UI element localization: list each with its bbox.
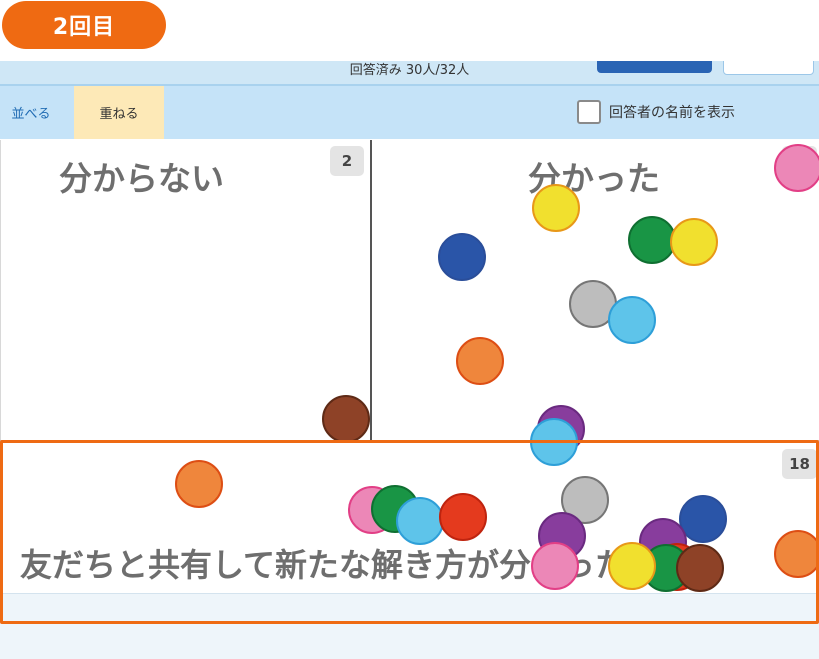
round-label: 2回目	[2, 1, 166, 49]
answer-disc-brown[interactable]	[322, 395, 370, 443]
tab-arrange[interactable]: 並べる	[0, 86, 62, 139]
answer-disc-orange[interactable]	[456, 337, 504, 385]
answer-disc-pink[interactable]	[774, 144, 819, 192]
answer-disc-brown[interactable]	[676, 544, 724, 592]
answer-disc-orange[interactable]	[774, 530, 819, 578]
header-primary-button[interactable]	[597, 61, 712, 73]
answer-disc-blue[interactable]	[438, 233, 486, 281]
answer-disc-orange[interactable]	[175, 460, 223, 508]
zone-footer-strip	[0, 593, 819, 659]
show-names-checkbox[interactable]	[577, 100, 601, 124]
show-names-toggle[interactable]: 回答者の名前を表示	[577, 98, 735, 126]
answer-disc-red[interactable]	[439, 493, 487, 541]
answer-disc-lightblue[interactable]	[608, 296, 656, 344]
answer-disc-pink[interactable]	[531, 542, 579, 590]
answer-disc-yellow[interactable]	[608, 542, 656, 590]
count-badge: 18	[782, 449, 817, 479]
status-bar: 回答済み 30人/32人	[0, 61, 819, 86]
answer-disc-yellow[interactable]	[670, 218, 718, 266]
tab-overlap[interactable]: 重ねる	[74, 86, 164, 139]
answer-disc-green[interactable]	[628, 216, 676, 264]
view-toolbar: 並べる 重ねる 回答者の名前を表示	[0, 86, 819, 139]
answer-disc-lightblue[interactable]	[396, 497, 444, 545]
count-badge: 2	[330, 146, 364, 176]
answer-disc-lightblue[interactable]	[530, 418, 578, 466]
zone-dont-understand[interactable]: 分からない 2	[0, 140, 372, 440]
answer-disc-yellow[interactable]	[532, 184, 580, 232]
show-names-label: 回答者の名前を表示	[609, 105, 735, 121]
answer-board: 分からない 2 分かった 10 友だちと共有して新たな解き方が分かった 18	[0, 140, 819, 659]
header-secondary-button[interactable]	[723, 61, 814, 75]
zone-title: 分からない	[59, 159, 224, 198]
answer-board-app: 回答済み 30人/32人 並べる 重ねる 回答者の名前を表示 分からない 2 分…	[0, 61, 819, 659]
